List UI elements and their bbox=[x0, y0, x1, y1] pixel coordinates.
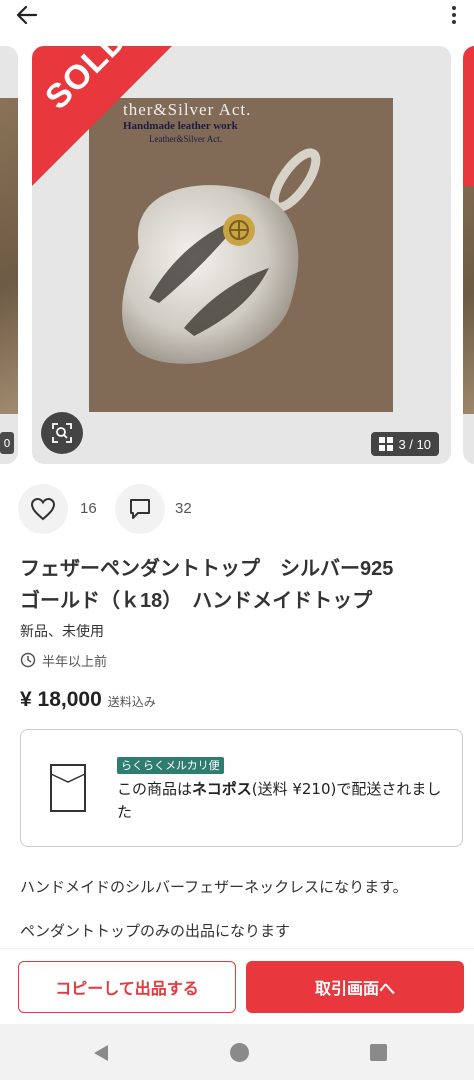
top-bar bbox=[0, 0, 474, 30]
comment-button[interactable] bbox=[115, 484, 165, 534]
photo-watermark-subtitle2: Leather&Silver Act. bbox=[149, 134, 222, 144]
shipping-text: この商品はネコポス(送料 ¥210)で配送されました bbox=[117, 778, 447, 824]
listed-time-row: 半年以上前 bbox=[20, 650, 107, 670]
heart-icon bbox=[30, 497, 56, 521]
price: ¥ 18,000 bbox=[20, 688, 102, 711]
shipping-text-prefix: この商品は bbox=[117, 780, 193, 798]
envelope-icon bbox=[50, 764, 86, 812]
nav-back-icon[interactable] bbox=[92, 1044, 110, 1062]
trade-screen-button[interactable]: 取引画面へ bbox=[246, 961, 464, 1013]
bottom-action-bar: コピーして出品する 取引画面へ bbox=[0, 948, 474, 1024]
shipping-method-tag: らくらくメルカリ便 bbox=[117, 757, 224, 774]
product-title-line1: フェザーペンダントトップ シルバー925 bbox=[20, 558, 394, 580]
nav-home-icon[interactable] bbox=[230, 1043, 249, 1062]
current-image-card[interactable]: ther&Silver Act. Handmade leather work L… bbox=[32, 46, 451, 464]
copy-listing-button[interactable]: コピーして出品する bbox=[18, 961, 236, 1013]
next-image-card[interactable] bbox=[463, 46, 474, 464]
grid-icon bbox=[379, 437, 394, 451]
description-line1: ハンドメイドのシルバーフェザーネックレスになります。 bbox=[20, 878, 408, 896]
image-carousel[interactable]: 0 ther&Silver Act. Handmade leather work… bbox=[0, 46, 474, 466]
shipping-info-box: らくらくメルカリ便 この商品はネコポス(送料 ¥210)で配送されました bbox=[20, 729, 463, 847]
more-options-icon[interactable] bbox=[442, 2, 466, 28]
product-title: フェザーペンダントトップ シルバー925 ゴールド（ｋ18） ハンドメイドトップ bbox=[20, 553, 460, 617]
system-navigation-bar bbox=[0, 1024, 474, 1080]
previous-image-card[interactable]: 0 bbox=[0, 46, 18, 464]
product-title-line2: ゴールド（ｋ18） ハンドメイドトップ bbox=[20, 590, 373, 612]
price-row: ¥ 18,000 送料込み bbox=[20, 688, 156, 712]
comment-icon bbox=[130, 499, 150, 519]
back-arrow-icon[interactable] bbox=[12, 2, 42, 28]
image-counter: 3 / 10 bbox=[371, 432, 439, 456]
nav-recents-icon[interactable] bbox=[370, 1044, 387, 1061]
image-search-icon bbox=[52, 423, 72, 443]
like-count: 16 bbox=[80, 500, 97, 517]
listed-time: 半年以上前 bbox=[42, 654, 108, 670]
engagement-actions: 16 32 bbox=[18, 484, 318, 536]
like-button[interactable] bbox=[18, 484, 68, 534]
image-counter-text: 3 / 10 bbox=[398, 436, 431, 452]
shipping-method-name: ネコポス bbox=[192, 780, 252, 798]
previous-counter-badge: 0 bbox=[0, 432, 14, 454]
item-condition: 新品、未使用 bbox=[20, 624, 104, 640]
image-search-button[interactable] bbox=[41, 412, 83, 454]
shipping-included-label: 送料込み bbox=[107, 695, 156, 709]
description-line2: ペンダントトップのみの出品になります bbox=[20, 922, 291, 940]
previous-image bbox=[0, 98, 18, 414]
next-sold-ribbon bbox=[463, 46, 474, 186]
comment-count: 32 bbox=[175, 500, 192, 517]
clock-icon bbox=[20, 652, 36, 668]
